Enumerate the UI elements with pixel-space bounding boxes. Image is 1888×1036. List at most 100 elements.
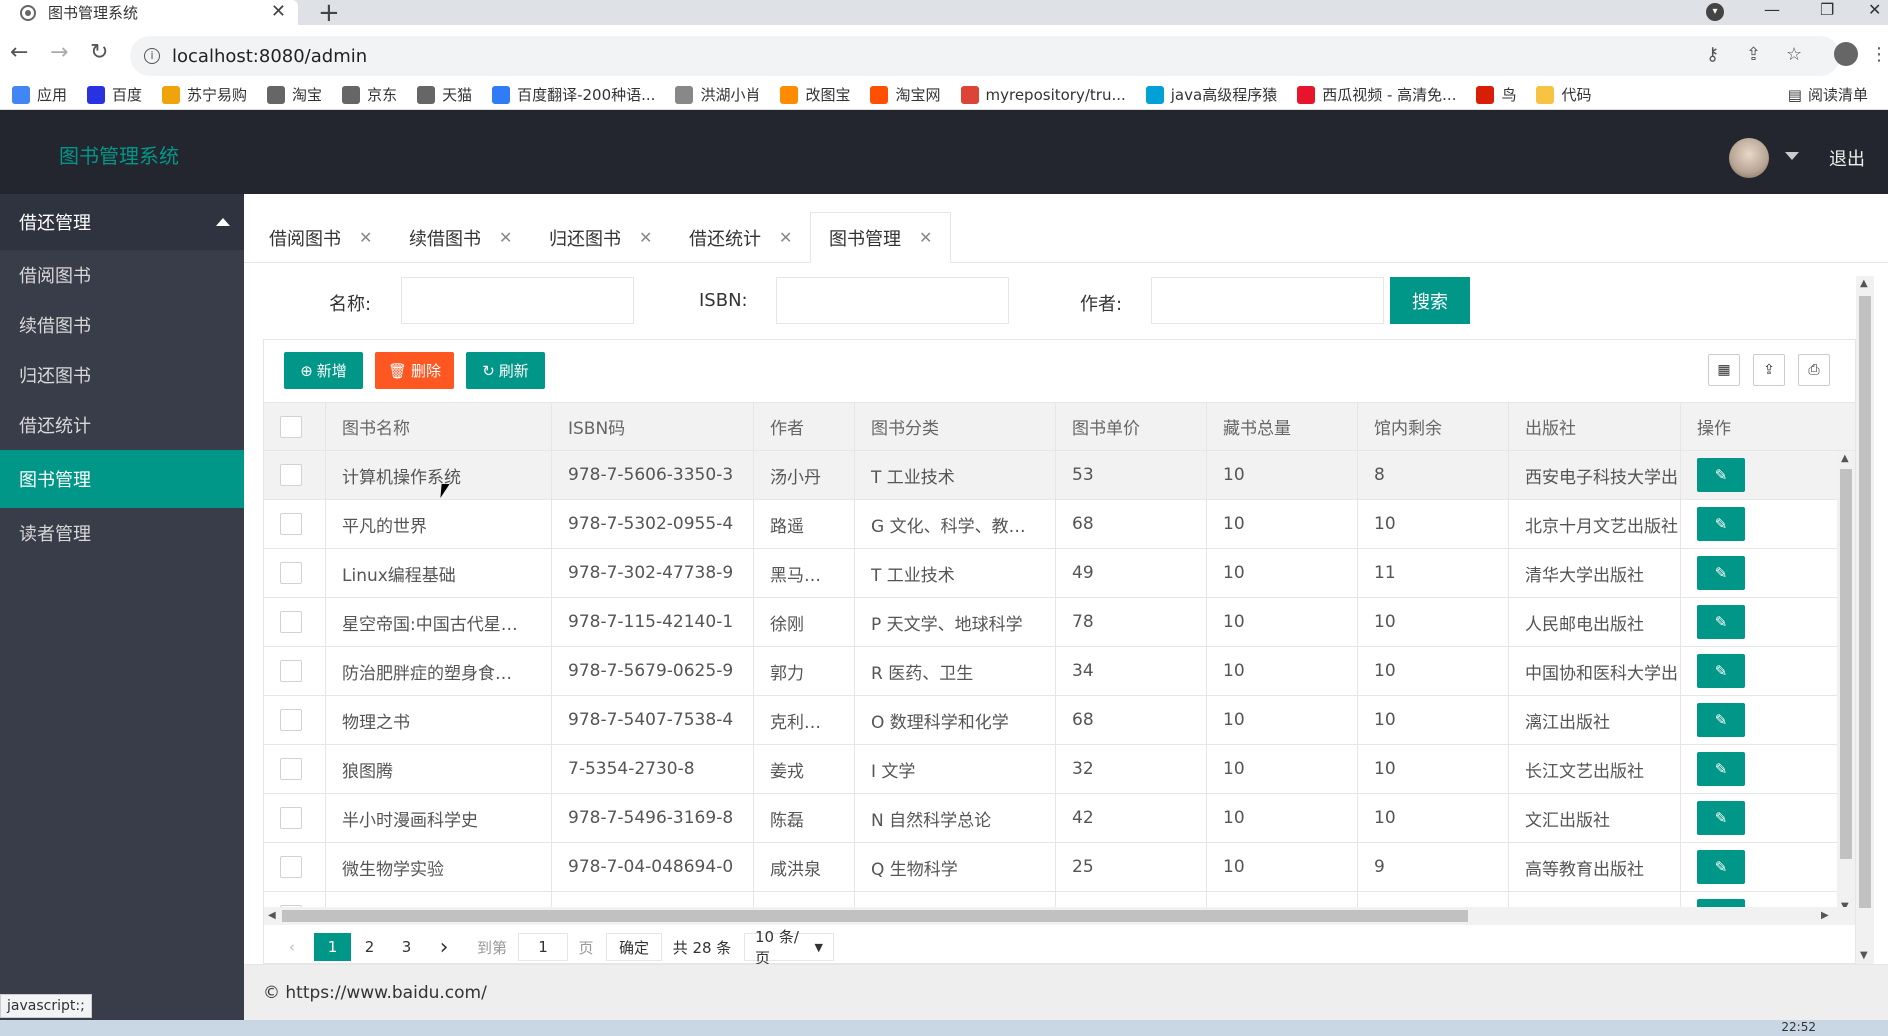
new-tab-button[interactable]: + xyxy=(318,0,340,28)
bookmark-item[interactable]: 改图宝 xyxy=(780,84,850,105)
row-checkbox[interactable] xyxy=(280,856,302,878)
page-size-select[interactable]: 10 条/页 ▼ xyxy=(744,928,834,967)
table-row[interactable]: 星空帝国:中国古代星… 978-7-115-42140-1 徐刚 P 天文学、地球科学… xyxy=(264,598,1855,647)
edit-button[interactable]: ✎ xyxy=(1697,605,1745,639)
sidebar-item-readers[interactable]: 读者管理 xyxy=(0,508,244,558)
refresh-button[interactable]: ↻ 刷新 xyxy=(466,352,545,389)
sidebar-item-stats[interactable]: 借还统计 xyxy=(0,400,244,450)
bookmark-item[interactable]: 代码 xyxy=(1536,84,1592,105)
bookmark-item[interactable]: 淘宝网 xyxy=(870,84,941,105)
reload-icon[interactable]: ↻ xyxy=(90,40,108,65)
tab-renew[interactable]: 续借图书 ✕ xyxy=(409,212,512,263)
back-icon[interactable]: ← xyxy=(10,40,28,65)
row-checkbox[interactable] xyxy=(280,709,302,731)
scroll-left-icon[interactable]: ◀ xyxy=(268,910,276,921)
goto-page-input[interactable]: 1 xyxy=(518,933,568,961)
page-2[interactable]: 2 xyxy=(351,933,388,961)
isbn-input[interactable] xyxy=(776,277,1009,324)
edit-button[interactable]: ✎ xyxy=(1697,654,1745,688)
bookmark-item[interactable]: myrepository/tru... xyxy=(960,85,1126,104)
tab-stats[interactable]: 借还统计 ✕ xyxy=(689,212,792,263)
close-tab-icon[interactable]: ✕ xyxy=(271,1,286,22)
table-row[interactable]: Linux编程基础 978-7-302-47738-9 黑马… T 工业技术 49 10 1… xyxy=(264,549,1855,598)
share-icon[interactable]: ⇪ xyxy=(1746,44,1761,65)
site-info-icon[interactable]: i xyxy=(144,48,160,64)
close-icon[interactable]: ✕ xyxy=(779,228,792,247)
bookmark-item[interactable]: 百度 xyxy=(87,84,142,105)
page-vertical-scrollbar[interactable]: ▲ ▼ xyxy=(1856,276,1874,964)
next-page-icon[interactable]: › xyxy=(426,933,462,961)
table-row[interactable]: 计算机操作系统 978-7-5606-3350-3 汤小丹 T 工业技术 53 10 8 西安… xyxy=(264,451,1855,500)
page-3[interactable]: 3 xyxy=(388,933,425,961)
header-remaining[interactable]: 馆内剩余 xyxy=(1358,403,1509,450)
table-horizontal-scrollbar[interactable]: ◀ ▶ xyxy=(264,907,1855,925)
bookmark-item[interactable]: 淘宝 xyxy=(267,84,322,105)
tab-search-icon[interactable]: ▾ xyxy=(1706,3,1724,21)
row-checkbox[interactable] xyxy=(280,758,302,780)
forward-icon[interactable]: → xyxy=(50,40,68,65)
edit-button[interactable]: ✎ xyxy=(1697,703,1745,737)
tab-books[interactable]: 图书管理 ✕ xyxy=(810,212,952,263)
close-window-icon[interactable]: ✕ xyxy=(1868,0,1881,19)
bookmark-item[interactable]: 京东 xyxy=(342,84,397,105)
scroll-up-icon[interactable]: ▲ xyxy=(1860,278,1868,289)
row-checkbox[interactable] xyxy=(280,513,302,535)
sidebar-item-renew[interactable]: 续借图书 xyxy=(0,300,244,350)
columns-icon[interactable]: ▦ xyxy=(1708,354,1740,386)
header-author[interactable]: 作者 xyxy=(754,403,855,450)
minimize-icon[interactable]: — xyxy=(1764,0,1780,19)
edit-button[interactable]: ✎ xyxy=(1697,507,1745,541)
edit-button[interactable]: ✎ xyxy=(1697,458,1745,492)
scroll-thumb[interactable] xyxy=(282,910,1468,922)
header-title[interactable]: 图书名称 xyxy=(326,403,552,450)
goto-confirm-button[interactable]: 确定 xyxy=(606,933,662,961)
edit-button[interactable]: ✎ xyxy=(1697,850,1745,884)
profile-icon[interactable] xyxy=(1834,42,1858,66)
scroll-down-icon[interactable]: ▼ xyxy=(1860,950,1868,961)
scroll-thumb[interactable] xyxy=(1859,296,1871,908)
close-icon[interactable]: ✕ xyxy=(499,228,512,247)
key-icon[interactable]: ⚷ xyxy=(1706,44,1719,65)
sidebar-item-borrow[interactable]: 借阅图书 xyxy=(0,250,244,300)
author-input[interactable] xyxy=(1151,277,1384,324)
table-row[interactable]: 平凡的世界 978-7-5302-0955-4 路遥 G 文化、科学、教… 68 10 10… xyxy=(264,500,1855,549)
header-price[interactable]: 图书单价 xyxy=(1056,403,1207,450)
close-icon[interactable]: ✕ xyxy=(639,228,652,247)
bookmark-item[interactable]: 洪湖小肖 xyxy=(675,84,760,105)
address-bar[interactable]: i localhost:8080/admin xyxy=(130,36,1840,76)
tab-borrow[interactable]: 借阅图书 ✕ xyxy=(269,212,372,263)
chevron-down-icon[interactable] xyxy=(1785,152,1799,160)
delete-button[interactable]: 🗑 删除 xyxy=(375,352,454,389)
row-checkbox[interactable] xyxy=(280,611,302,633)
edit-button[interactable]: ✎ xyxy=(1697,801,1745,835)
edit-button[interactable]: ✎ xyxy=(1697,556,1745,590)
row-checkbox[interactable] xyxy=(280,562,302,584)
star-icon[interactable]: ☆ xyxy=(1786,44,1802,65)
bookmark-item[interactable]: java高级程序猿 xyxy=(1145,84,1277,105)
row-checkbox[interactable] xyxy=(280,464,302,486)
user-avatar[interactable] xyxy=(1729,138,1769,178)
sidebar-item-books[interactable]: 图书管理 xyxy=(0,450,244,508)
table-row[interactable]: 物理之书 978-7-5407-7538-4 克利… O 数理科学和化学 68 10 10 漓… xyxy=(264,696,1855,745)
header-category[interactable]: 图书分类 xyxy=(855,403,1056,450)
restore-icon[interactable]: ❐ xyxy=(1820,0,1834,19)
table-vertical-scrollbar[interactable]: ▲ ▼ xyxy=(1837,451,1855,915)
tab-return[interactable]: 归还图书 ✕ xyxy=(549,212,652,263)
name-input[interactable] xyxy=(401,277,634,324)
sidebar-group-borrow[interactable]: 借还管理 xyxy=(0,194,244,250)
bookmark-item[interactable]: 西瓜视频 - 高清免... xyxy=(1297,84,1456,105)
bookmark-item[interactable]: 鸟 xyxy=(1476,84,1516,105)
sidebar-item-return[interactable]: 归还图书 xyxy=(0,350,244,400)
table-row[interactable]: 防治肥胖症的塑身食… 978-7-5679-0625-9 郭力 R 医药、卫生 34 10… xyxy=(264,647,1855,696)
bookmark-item[interactable]: 百度翻译-200种语... xyxy=(492,84,655,105)
bookmark-item[interactable]: 应用 xyxy=(12,84,67,105)
header-total[interactable]: 藏书总量 xyxy=(1207,403,1358,450)
menu-icon[interactable]: ⋮ xyxy=(1870,44,1888,65)
search-button[interactable]: 搜索 xyxy=(1390,277,1470,324)
row-checkbox[interactable] xyxy=(280,807,302,829)
select-all-checkbox[interactable] xyxy=(280,415,302,438)
reading-list[interactable]: ▤ 阅读清单 xyxy=(1788,84,1868,105)
edit-button[interactable]: ✎ xyxy=(1697,752,1745,786)
prev-page-icon[interactable]: ‹ xyxy=(280,933,304,961)
export-icon[interactable]: ⇪ xyxy=(1753,354,1785,386)
